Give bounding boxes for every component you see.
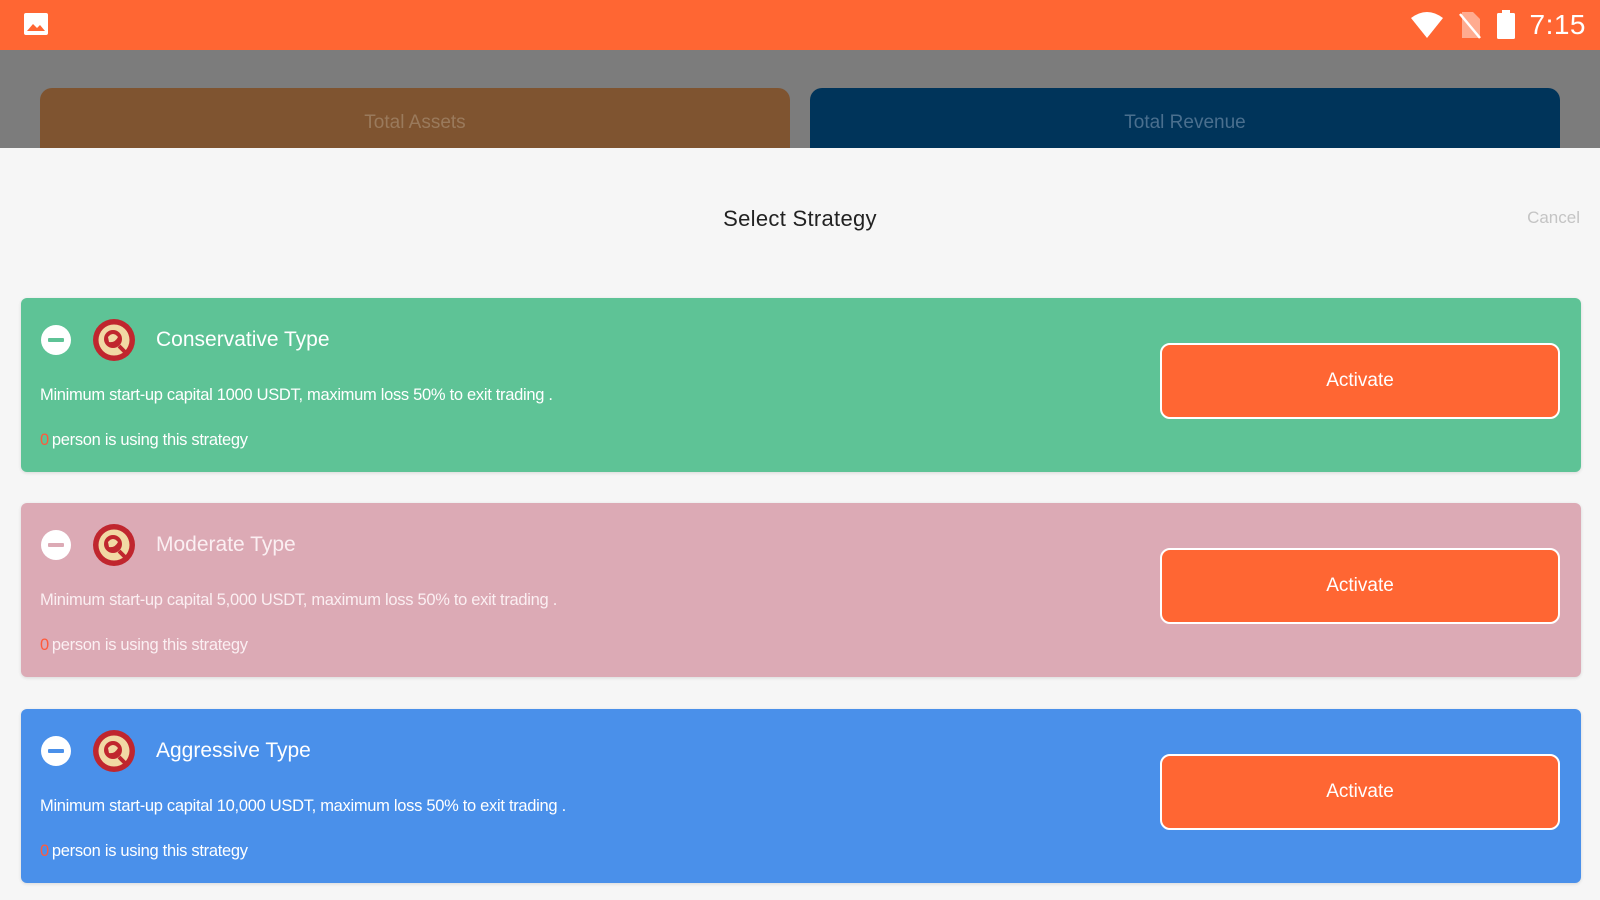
strategy-card-aggressive: Aggressive Type Minimum start-up capital… xyxy=(21,709,1581,883)
clock: 7:15 xyxy=(1529,9,1586,40)
user-count: 0 xyxy=(40,636,49,654)
total-assets-label: Total Assets xyxy=(364,112,466,133)
strategy-users: 0 person is using this strategy xyxy=(40,636,248,655)
status-icons: 7:15 xyxy=(1410,6,1587,44)
wifi-icon xyxy=(1410,12,1443,38)
total-assets-card: Total Assets xyxy=(40,88,790,148)
total-revenue-label: Total Revenue xyxy=(1124,112,1246,133)
activate-button[interactable]: Activate xyxy=(1160,343,1560,419)
total-revenue-card: Total Revenue xyxy=(810,88,1560,148)
activate-button[interactable]: Activate xyxy=(1160,548,1560,624)
user-count: 0 xyxy=(40,842,49,860)
no-sim-icon xyxy=(1458,12,1481,39)
activate-button[interactable]: Activate xyxy=(1160,754,1560,830)
battery-icon xyxy=(1496,10,1515,39)
collapse-icon[interactable] xyxy=(40,529,72,561)
users-text: person is using this strategy xyxy=(51,842,248,860)
gallery-icon xyxy=(24,13,48,35)
status-bar: 7:15 xyxy=(0,0,1600,50)
strategy-users: 0 person is using this strategy xyxy=(40,431,248,450)
strategy-users: 0 person is using this strategy xyxy=(40,842,248,861)
strategy-card-conservative: Conservative Type Minimum start-up capit… xyxy=(21,298,1581,472)
cancel-button[interactable]: Cancel xyxy=(1527,208,1580,228)
collapse-icon[interactable] xyxy=(40,324,72,356)
dimmed-background: Total Assets Total Revenue xyxy=(0,50,1600,148)
strategy-logo-icon xyxy=(93,319,135,361)
users-text: person is using this strategy xyxy=(51,431,248,449)
strategy-description: Minimum start-up capital 10,000 USDT, ma… xyxy=(40,797,566,815)
strategy-title: Aggressive Type xyxy=(156,739,311,762)
strategy-title: Moderate Type xyxy=(156,533,296,556)
sheet-title: Select Strategy xyxy=(723,206,877,231)
strategy-logo-icon xyxy=(93,524,135,566)
strategy-card-moderate: Moderate Type Minimum start-up capital 5… xyxy=(21,503,1581,677)
user-count: 0 xyxy=(40,431,49,449)
strategy-description: Minimum start-up capital 1000 USDT, maxi… xyxy=(40,386,553,404)
strategy-title: Conservative Type xyxy=(156,328,330,351)
collapse-icon[interactable] xyxy=(40,735,72,767)
strategy-logo-icon xyxy=(93,730,135,772)
select-strategy-sheet: Select Strategy Cancel Conservative Type… xyxy=(0,148,1600,900)
users-text: person is using this strategy xyxy=(51,636,248,654)
strategy-description: Minimum start-up capital 5,000 USDT, max… xyxy=(40,591,557,609)
